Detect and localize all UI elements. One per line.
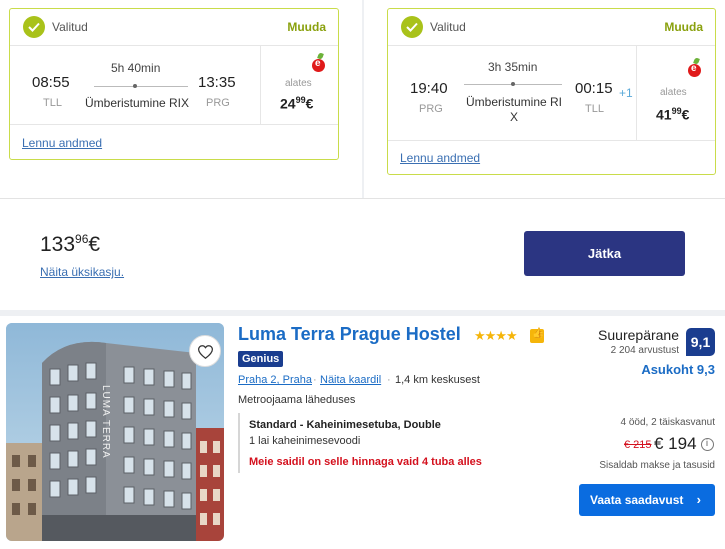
flight-details-link[interactable]: Lennu andmed [400,151,480,165]
favorite-heart-button[interactable] [189,335,221,367]
airline-logo-icon: e [688,63,701,77]
show-details-link[interactable]: Näita üksikasju. [40,265,124,279]
room-divider [238,413,240,473]
arrive-time: 00:15 [575,80,613,97]
info-icon[interactable]: i [701,438,714,451]
see-availability-button[interactable]: Vaata saadavust › [579,484,715,516]
hotel-photo[interactable]: LUMA TERRA [6,323,224,541]
divider [260,46,261,124]
chevron-right-icon: › [696,492,701,507]
arrive-airport: TLL [585,103,604,115]
stay-info: 4 ööd, 2 täiskasvanut [620,417,715,428]
scarcity-message: Meie saidil on selle hinnaga vaid 4 tuba… [249,456,482,468]
page: Valitud Muuda 08:55 TLL 5h 40min Ümberis… [0,0,725,549]
depart-time: 19:40 [410,80,448,97]
arrive-airport: PRG [206,97,230,109]
day-offset: +1 [619,86,633,100]
arrive-time: 13:35 [198,74,236,91]
hotel-area-link[interactable]: Praha 2, Praha [238,374,312,386]
distance-text: 1,4 km keskusest [395,374,480,386]
continue-button[interactable]: Jätka [524,231,685,276]
outbound-column: Valitud Muuda 08:55 TLL 5h 40min Ümberis… [0,0,362,198]
outbound-card-header: Valitud Muuda [10,9,338,46]
separator-dot: · [313,374,317,386]
review-word: Suurepärane [598,327,679,343]
outbound-flight-card: Valitud Muuda 08:55 TLL 5h 40min Ümberis… [9,8,339,160]
airline-logo-icon: e [312,58,325,72]
selected-label: Valitud [430,20,466,34]
old-price: € 215 [624,439,652,451]
flight-duration: 3h 35min [488,60,538,74]
hotel-card: LUMA TERRA Luma Terra Prague Hostel ★★★★… [0,316,725,549]
review-score-badge[interactable]: 9,1 [686,328,715,356]
current-price: € 194 [654,434,697,453]
flight-price: 2499€ [280,95,314,112]
checkmark-icon [23,16,45,38]
stopover-text: Ümberistumine RIX [465,95,563,124]
divider [388,140,715,141]
airline-logo-leaf [317,52,324,60]
divider [10,124,338,125]
location-score: Asukoht 9,3 [641,362,715,377]
checkmark-icon [401,16,423,38]
metro-nearby-text: Metroojaama läheduses [238,394,356,406]
flight-price: 4199€ [656,106,690,123]
flight-details-link[interactable]: Lennu andmed [22,136,102,150]
flight-duration: 5h 40min [111,61,161,75]
bed-info: 1 lai kaheinimesevoodi [249,435,361,447]
hotel-name-link[interactable]: Luma Terra Prague Hostel [238,324,461,345]
selected-label: Valitud [52,20,88,34]
inbound-column: Valitud Muuda 19:40 PRG 3h 35min Ümberis… [364,0,725,198]
stopover-text: Ümberistumine RIX [84,96,190,110]
review-count: 2 204 arvustust [610,345,679,356]
inbound-flight-card: Valitud Muuda 19:40 PRG 3h 35min Ümberis… [387,8,716,175]
inbound-card-header: Valitud Muuda [388,9,715,46]
divider [636,46,637,140]
thumbs-up-icon: 👍 [530,328,544,343]
genius-badge: Genius [238,351,284,367]
depart-airport: TLL [43,97,62,109]
star-rating-icon: ★★★★ [474,328,518,343]
from-label: alates [285,78,312,89]
from-label: alates [660,87,687,98]
depart-time: 08:55 [32,74,70,91]
depart-airport: PRG [419,103,443,115]
show-on-map-link[interactable]: Näita kaardil [320,374,381,386]
see-availability-label: Vaata saadavust [590,493,684,507]
total-price: 13396€ [40,232,101,256]
route-line [94,86,188,87]
total-price-bar: 13396€ Näita üksikasju. Jätka [0,198,725,310]
change-flight-link[interactable]: Muuda [287,20,326,34]
separator-dot: · [387,374,391,386]
heart-icon [198,345,213,359]
building-sign-text: LUMA TERRA [100,385,111,459]
change-flight-link[interactable]: Muuda [664,20,703,34]
airline-logo-leaf [693,57,700,65]
stopover-dot [511,82,515,86]
room-type: Standard - Kaheinimesetuba, Double [249,419,441,431]
taxes-note: Sisaldab makse ja tasusid [599,460,715,471]
stopover-dot [133,84,137,88]
